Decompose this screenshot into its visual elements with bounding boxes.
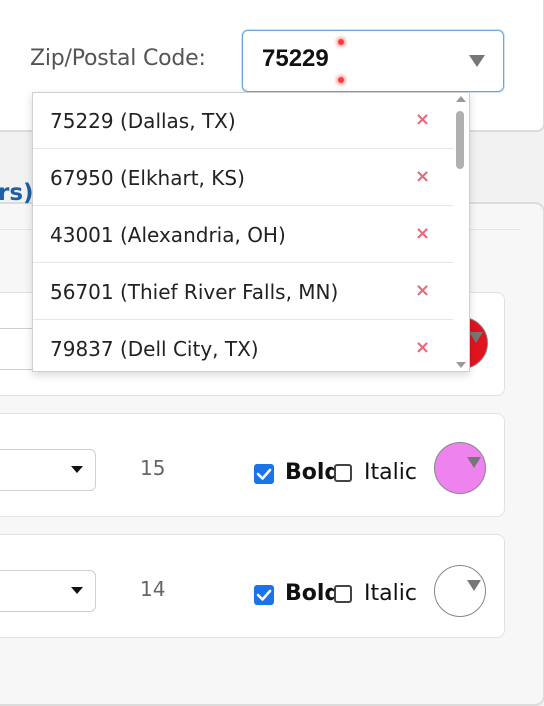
font-size-value: 14 bbox=[140, 577, 166, 601]
color-picker[interactable] bbox=[434, 442, 486, 494]
remove-icon[interactable]: × bbox=[415, 223, 430, 244]
list-item[interactable]: 75229 (Dallas, TX) × bbox=[33, 93, 453, 149]
font-size-value: 15 bbox=[140, 456, 166, 480]
bold-checkbox[interactable] bbox=[254, 464, 274, 484]
italic-checkbox[interactable] bbox=[334, 464, 352, 482]
chevron-down-icon bbox=[71, 587, 83, 594]
remove-icon[interactable]: × bbox=[415, 166, 430, 187]
font-family-select[interactable] bbox=[0, 449, 96, 491]
font-family-select[interactable] bbox=[0, 570, 96, 612]
chevron-down-icon bbox=[467, 580, 481, 591]
bold-label: Bold bbox=[285, 460, 334, 485]
bold-label: Bold bbox=[285, 581, 334, 606]
scroll-up-icon[interactable] bbox=[456, 96, 466, 102]
remove-icon[interactable]: × bbox=[415, 337, 430, 358]
italic-label: Italic bbox=[364, 460, 417, 485]
chevron-down-icon bbox=[469, 332, 483, 343]
text-caret-bottom-handle bbox=[338, 77, 344, 83]
text-caret-top-handle bbox=[338, 39, 344, 45]
scrollbar[interactable] bbox=[453, 93, 469, 371]
chevron-down-icon bbox=[467, 457, 481, 468]
remove-icon[interactable]: × bbox=[415, 280, 430, 301]
scrollbar-thumb[interactable] bbox=[456, 111, 464, 169]
scroll-down-icon[interactable] bbox=[456, 362, 466, 368]
font-row-1: 15 Bold Italic bbox=[0, 413, 505, 517]
suggestion-label[interactable]: 75229 (Dallas, TX) bbox=[50, 109, 236, 133]
section-title: rs) bbox=[0, 180, 34, 206]
list-item[interactable]: 79837 (Dell City, TX) × bbox=[33, 321, 453, 371]
italic-checkbox[interactable] bbox=[334, 585, 352, 603]
list-item[interactable]: 67950 (Elkhart, KS) × bbox=[33, 150, 453, 206]
suggestion-label[interactable]: 79837 (Dell City, TX) bbox=[50, 337, 259, 361]
suggestion-label[interactable]: 43001 (Alexandria, OH) bbox=[50, 223, 286, 247]
color-picker[interactable] bbox=[434, 565, 486, 617]
bold-checkbox[interactable] bbox=[254, 585, 274, 605]
list-item[interactable]: 43001 (Alexandria, OH) × bbox=[33, 207, 453, 263]
font-row-2: 14 Bold Italic bbox=[0, 534, 505, 638]
suggestion-label[interactable]: 67950 (Elkhart, KS) bbox=[50, 166, 245, 190]
italic-label: Italic bbox=[364, 581, 417, 606]
zip-code-input[interactable]: 75229 bbox=[262, 45, 329, 73]
remove-icon[interactable]: × bbox=[415, 109, 430, 130]
zip-code-combobox[interactable]: 75229 bbox=[242, 30, 504, 92]
suggestion-label[interactable]: 56701 (Thief River Falls, MN) bbox=[50, 280, 338, 304]
chevron-down-icon bbox=[71, 466, 83, 473]
chevron-down-icon[interactable] bbox=[469, 55, 485, 67]
zip-code-label: Zip/Postal Code: bbox=[30, 46, 206, 71]
list-item[interactable]: 56701 (Thief River Falls, MN) × bbox=[33, 264, 453, 320]
zip-code-suggestions-list[interactable]: 75229 (Dallas, TX) × 67950 (Elkhart, KS)… bbox=[32, 92, 470, 372]
